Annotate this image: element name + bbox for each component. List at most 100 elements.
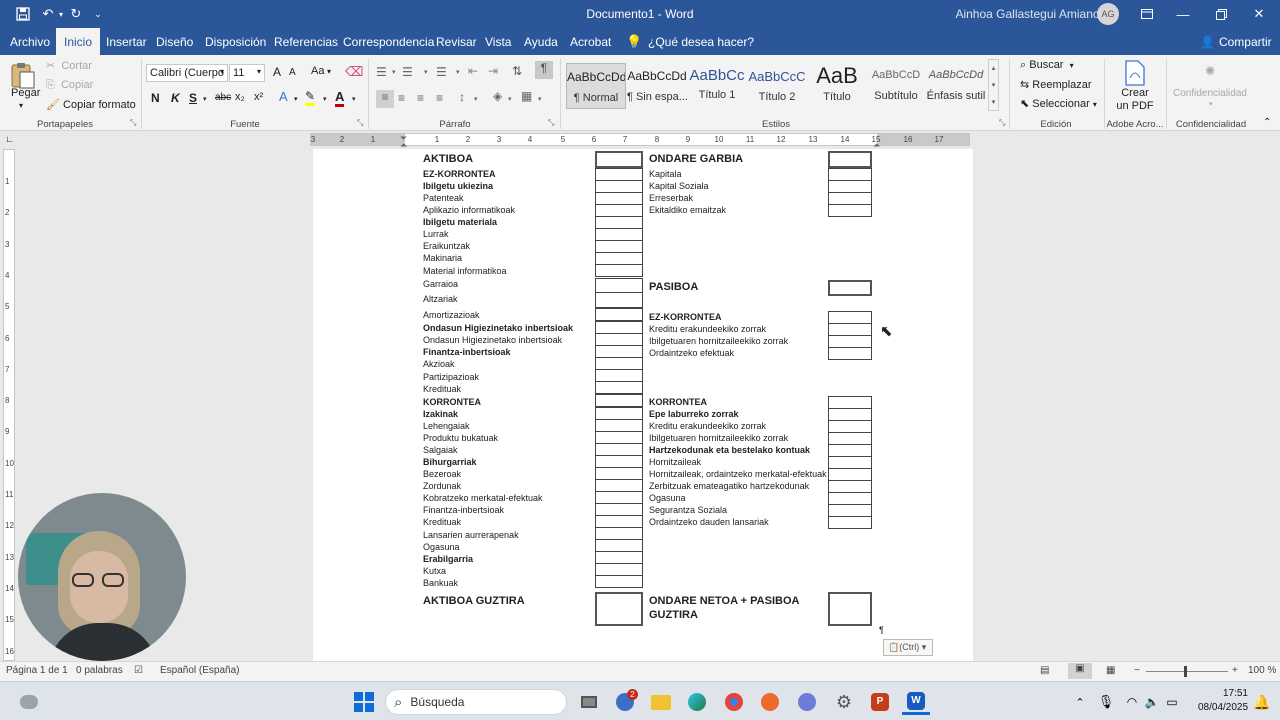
chevron-down-icon[interactable]: ▾ xyxy=(508,95,512,103)
liability-value-cell[interactable] xyxy=(828,516,872,529)
tab-disposicion[interactable]: Disposición xyxy=(205,28,266,55)
asset-value-cell[interactable] xyxy=(595,308,643,321)
word-icon[interactable]: W xyxy=(902,689,930,715)
clipboard-launcher-icon[interactable]: ⤡ xyxy=(130,118,136,128)
asset-value-cell[interactable] xyxy=(595,292,643,308)
tab-archivo[interactable]: Archivo xyxy=(10,28,50,55)
app-icon[interactable] xyxy=(793,689,821,715)
text-effects-icon[interactable]: A xyxy=(279,89,288,104)
cut-button[interactable]: ✂ Cortar xyxy=(46,59,92,72)
chevron-down-icon[interactable]: ▾ xyxy=(352,95,356,103)
numbering-icon[interactable]: ☰ xyxy=(402,65,413,79)
zoom-in-icon[interactable]: + xyxy=(1232,665,1238,676)
grow-font-button[interactable]: A xyxy=(273,65,281,79)
tab-selector-icon[interactable]: ∟ xyxy=(4,134,15,145)
start-icon[interactable] xyxy=(350,689,378,715)
find-button[interactable]: ⌕ Buscar ▾ xyxy=(1020,59,1074,72)
font-color-icon[interactable]: A xyxy=(335,89,345,107)
style-title[interactable]: AaB Título xyxy=(807,63,867,109)
chevron-down-icon[interactable]: ▾ xyxy=(1209,100,1213,108)
style-normal[interactable]: AaBbCcDd ¶ Normal xyxy=(566,63,626,109)
clock[interactable]: 17:51 08/04/2025 xyxy=(1198,687,1248,715)
zoom-out-icon[interactable]: − xyxy=(1134,665,1140,676)
subscript-button[interactable]: x₂ xyxy=(235,91,245,103)
word-count[interactable]: 0 palabras xyxy=(76,665,123,676)
edge-icon[interactable] xyxy=(683,689,711,715)
paste-button[interactable]: Pegar xyxy=(11,87,40,99)
collapse-ribbon-icon[interactable]: ⌃ xyxy=(1263,117,1271,128)
show-marks-icon[interactable]: ¶ xyxy=(535,61,553,79)
font-launcher-icon[interactable]: ⤡ xyxy=(357,118,363,128)
bold-button[interactable]: N xyxy=(151,91,160,105)
chevron-down-icon[interactable]: ▾ xyxy=(474,95,478,103)
tab-acrobat[interactable]: Acrobat xyxy=(570,28,611,55)
underline-button[interactable]: S xyxy=(189,91,197,105)
tab-revisar[interactable]: Revisar xyxy=(436,28,477,55)
ribbon-display-icon[interactable] xyxy=(1136,0,1158,28)
superscript-button[interactable]: x² xyxy=(254,91,263,103)
print-layout-icon[interactable]: ▣ xyxy=(1068,663,1092,679)
tab-vista[interactable]: Vista xyxy=(485,28,511,55)
borders-icon[interactable]: ▦ xyxy=(521,89,532,103)
align-right-icon[interactable]: ≡ xyxy=(417,91,424,105)
select-button[interactable]: ⬉ Seleccionar ▾ xyxy=(1020,97,1097,110)
styles-scroll[interactable]: ▴ ▾ ▾ xyxy=(988,59,999,111)
save-icon[interactable] xyxy=(12,0,34,28)
battery-icon[interactable]: ▭ xyxy=(1158,689,1186,715)
chevron-down-icon[interactable]: ▾ xyxy=(327,67,331,76)
asset-value-cell[interactable] xyxy=(595,575,643,588)
create-pdf-icon[interactable] xyxy=(1122,59,1148,87)
teams-icon[interactable]: 2 xyxy=(611,689,639,715)
read-mode-icon[interactable]: ▤ xyxy=(1040,665,1049,676)
zoom-level[interactable]: 100 % xyxy=(1248,665,1276,676)
clear-formatting-icon[interactable]: ⌫ xyxy=(345,64,363,80)
italic-button[interactable]: K xyxy=(171,91,180,105)
firefox-icon[interactable] xyxy=(756,689,784,715)
multilevel-list-icon[interactable]: ☰ xyxy=(436,65,447,79)
chevron-down-icon[interactable]: ▾ xyxy=(424,68,428,76)
line-spacing-icon[interactable]: ↕ xyxy=(459,90,465,104)
style-heading-1[interactable]: AaBbCc Título 1 xyxy=(687,63,747,109)
undo-dropdown-icon[interactable]: ▾ xyxy=(56,0,66,28)
settings-icon[interactable]: ⚙ xyxy=(830,689,858,715)
page-count[interactable]: Página 1 de 1 xyxy=(6,665,68,676)
format-painter-button[interactable]: 🖌 Copiar formato xyxy=(46,98,136,111)
asset-value-cell[interactable] xyxy=(595,264,643,277)
align-left-icon[interactable]: ≡ xyxy=(376,90,394,108)
decrease-indent-icon[interactable]: ⇤ xyxy=(468,64,478,78)
sensitivity-icon[interactable]: ✺ xyxy=(1205,64,1215,78)
microphone-icon[interactable]: 🎙 xyxy=(1092,689,1120,715)
chevron-down-icon[interactable]: ▾ xyxy=(456,68,460,76)
show-hidden-icons[interactable]: ⌃ xyxy=(1066,689,1094,715)
chrome-icon[interactable] xyxy=(720,689,748,715)
copy-button[interactable]: ⎘ Copiar xyxy=(46,79,93,92)
undo-icon[interactable]: ↶ xyxy=(38,0,58,28)
document-page[interactable]: AKTIBOA EZ-KORRONTEA Ibilgetu ukiezina Pate… xyxy=(313,149,973,661)
chevron-down-icon[interactable]: ▾ xyxy=(294,95,298,103)
tab-referencias[interactable]: Referencias xyxy=(274,28,338,55)
sensitivity-button[interactable]: Confidencialidad xyxy=(1173,88,1247,99)
styles-launcher-icon[interactable]: ⤡ xyxy=(999,118,1005,128)
weather-icon[interactable] xyxy=(14,689,44,715)
file-explorer-icon[interactable] xyxy=(647,689,675,715)
chevron-down-icon[interactable]: ▾ xyxy=(323,95,327,103)
strikethrough-button[interactable]: abc xyxy=(215,92,231,103)
web-layout-icon[interactable]: ▦ xyxy=(1106,665,1115,676)
increase-indent-icon[interactable]: ⇥ xyxy=(488,64,498,78)
redo-icon[interactable]: ↻ xyxy=(66,0,86,28)
customize-qat-icon[interactable]: ⌄ xyxy=(92,0,104,28)
paragraph-launcher-icon[interactable]: ⤡ xyxy=(548,118,554,128)
style-no-spacing[interactable]: AaBbCcDd ¶ Sin espa... xyxy=(627,63,688,109)
paste-dropdown-icon[interactable]: ▾ xyxy=(19,101,23,110)
share-button[interactable]: 👤 Compartir xyxy=(1200,28,1272,55)
notifications-icon[interactable]: 🔔 xyxy=(1248,689,1276,715)
sort-icon[interactable]: ⇅ xyxy=(512,64,522,78)
zoom-slider-thumb[interactable] xyxy=(1184,666,1187,677)
zoom-slider[interactable] xyxy=(1146,671,1228,672)
tab-diseno[interactable]: Diseño xyxy=(156,28,193,55)
chevron-down-icon[interactable]: ▾ xyxy=(392,68,396,76)
liability-value-cell[interactable] xyxy=(828,347,872,360)
tab-insertar[interactable]: Insertar xyxy=(106,28,147,55)
total-assets-cell[interactable] xyxy=(595,592,643,626)
style-heading-2[interactable]: AaBbCcC Título 2 xyxy=(747,63,807,109)
